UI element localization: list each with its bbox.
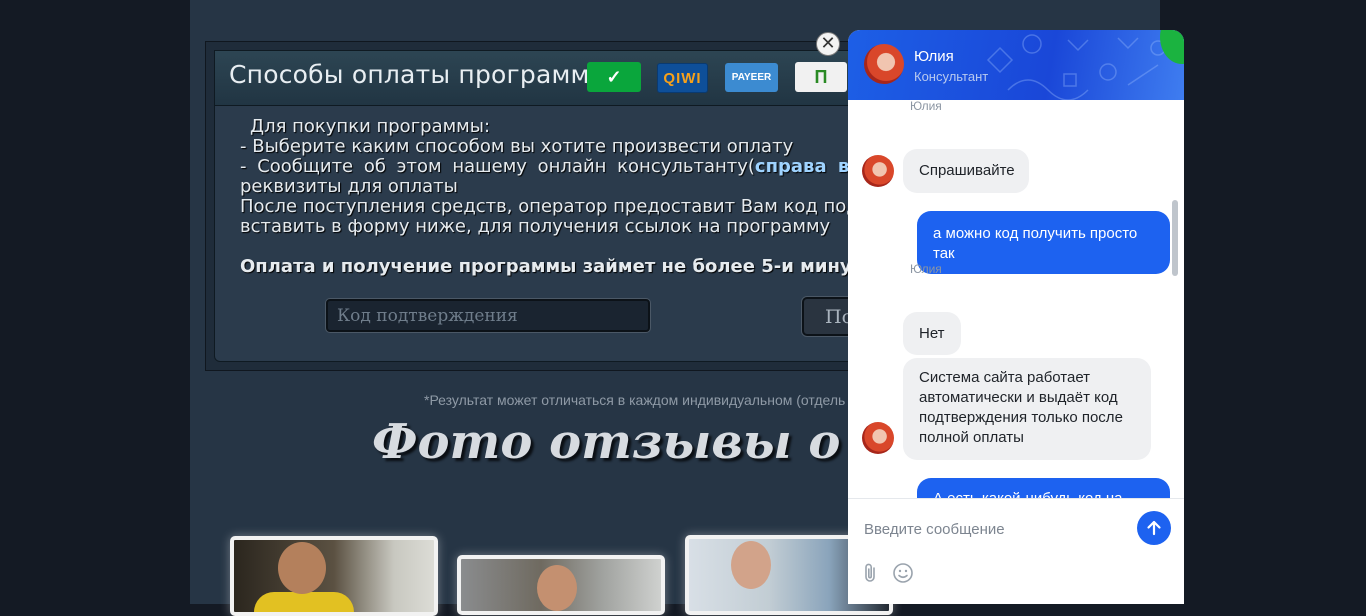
privatbank-logo[interactable]: П	[795, 62, 847, 92]
qiwi-logo-text: QIWI	[663, 69, 702, 87]
payment-time-note: Оплата и получение программы займет не б…	[240, 256, 871, 277]
chat-scrollbar-thumb[interactable]	[1172, 200, 1178, 276]
payment-instructions: Для покупки программы: - Выберите каким …	[240, 117, 880, 237]
qiwi-logo[interactable]: QIWI	[657, 63, 708, 93]
sber-logo-glyph: ✓	[606, 66, 622, 87]
consultant-avatar	[862, 422, 894, 454]
message-bubble-outgoing: А есть какой-нибудь код на странице? Что…	[917, 478, 1170, 498]
consultant-name: Юлия	[914, 48, 954, 65]
sber-logo[interactable]: ✓	[587, 62, 641, 92]
review-photo[interactable]	[457, 555, 665, 615]
emoji-icon[interactable]	[891, 561, 915, 585]
message-bubble-incoming: Спрашивайте	[903, 149, 1029, 193]
message-bubble-outgoing: а можно код получить просто так	[917, 211, 1170, 274]
instructions-intro: Для покупки программы:	[250, 116, 491, 137]
review-photo[interactable]	[230, 536, 438, 616]
instruction-step-2-text: - Сообщите об этом нашему онлайн консуль…	[240, 156, 755, 177]
consultant-role: Консультант	[914, 69, 989, 84]
chat-composer	[848, 498, 1184, 604]
chat-header: Юлия Консультант	[848, 30, 1184, 100]
payment-title: Способы оплаты программы:	[229, 60, 619, 89]
payeer-logo-text: PAYEER	[731, 72, 772, 83]
consultant-avatar	[864, 44, 904, 84]
result-disclaimer: *Результат может отличаться в каждом инд…	[424, 392, 846, 408]
message-bubble-incoming: Нет	[903, 312, 961, 355]
instruction-step-1: - Выберите каким способом вы хотите прои…	[240, 136, 794, 157]
paperclip-icon[interactable]	[859, 561, 883, 585]
privatbank-logo-glyph: П	[814, 66, 828, 87]
chat-widget: Юлия Консультант Юлия Спрашивайте а можн…	[848, 30, 1184, 604]
send-button[interactable]	[1137, 511, 1171, 545]
confirmation-code-input[interactable]	[326, 299, 650, 332]
photo-person-head	[278, 542, 326, 594]
message-sender: Юлия	[910, 100, 942, 113]
message-input[interactable]	[864, 517, 1124, 541]
close-icon[interactable]: ✕	[816, 32, 840, 56]
photo-person-head	[537, 565, 577, 611]
chat-messages[interactable]: Юлия Спрашивайте а можно код получить пр…	[848, 100, 1184, 498]
chat-scrollbar[interactable]	[1172, 100, 1178, 498]
instruction-step-2: - Сообщите об этом нашему онлайн консуль…	[240, 157, 880, 177]
instruction-step-2-cont: реквизиты для оплаты	[240, 176, 458, 197]
message-sender: Юлия	[910, 262, 942, 276]
page: Способы оплаты программы: ✓ QIWI PAYEER …	[0, 0, 1366, 616]
instruction-step-3: После поступления средств, оператор пред…	[240, 196, 859, 217]
consultant-avatar	[862, 155, 894, 187]
payeer-logo[interactable]: PAYEER	[725, 63, 778, 92]
photo-person-head	[731, 541, 771, 589]
photo-person-shirt	[254, 592, 354, 612]
message-bubble-incoming: Система сайта работает автоматически и в…	[903, 358, 1151, 460]
header-pattern	[986, 34, 1166, 100]
instruction-step-4: вставить в форму ниже, для получения ссы…	[240, 216, 831, 237]
arrow-up-icon	[1147, 520, 1161, 536]
